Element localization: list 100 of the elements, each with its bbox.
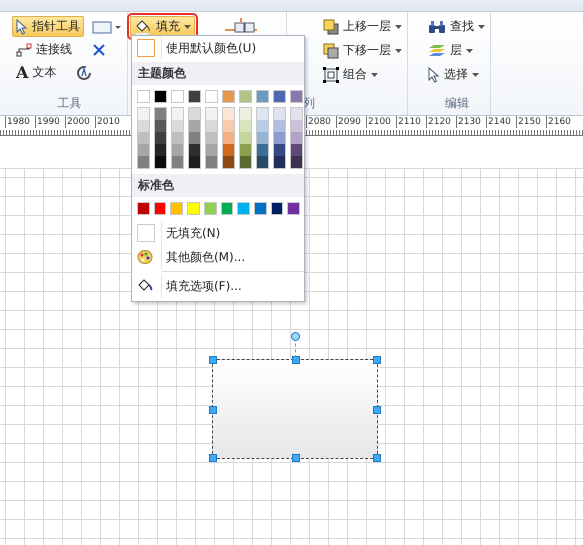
color-swatch[interactable] (189, 156, 200, 168)
color-swatch[interactable] (274, 132, 285, 144)
resize-handle[interactable] (292, 454, 300, 462)
color-swatch[interactable] (189, 120, 200, 132)
no-fill-item[interactable]: 无填充(N) (132, 221, 304, 245)
align-shapes-icon[interactable] (225, 18, 257, 36)
color-swatch[interactable] (206, 132, 217, 144)
color-swatch[interactable] (254, 202, 267, 215)
color-swatch[interactable] (274, 108, 285, 120)
color-swatch[interactable] (206, 120, 217, 132)
color-swatch[interactable] (257, 144, 268, 156)
fill-button[interactable]: 填充 (130, 16, 195, 37)
color-swatch[interactable] (240, 132, 251, 144)
resize-handle[interactable] (209, 356, 217, 364)
color-swatch[interactable] (138, 120, 149, 132)
resize-handle[interactable] (209, 454, 217, 462)
color-swatch[interactable] (273, 90, 286, 103)
color-swatch[interactable] (223, 144, 234, 156)
select-button[interactable]: 选择 (424, 64, 490, 85)
resize-handle[interactable] (373, 356, 381, 364)
more-colors-item[interactable]: 其他颜色(M)... (132, 245, 304, 269)
color-swatch[interactable] (257, 132, 268, 144)
find-button[interactable]: 查找 (424, 16, 490, 37)
color-swatch[interactable] (240, 144, 251, 156)
color-swatch[interactable] (290, 90, 303, 103)
color-swatch[interactable] (240, 120, 251, 132)
group-button[interactable]: 组合 (319, 64, 407, 85)
color-swatch[interactable] (257, 108, 268, 120)
color-swatch[interactable] (206, 144, 217, 156)
color-swatch[interactable] (155, 132, 166, 144)
color-swatch[interactable] (291, 144, 302, 156)
color-swatch[interactable] (137, 202, 150, 215)
color-swatch[interactable] (237, 202, 250, 215)
color-swatch[interactable] (223, 156, 234, 168)
close-icon[interactable] (92, 42, 106, 56)
bring-forward-button[interactable]: 上移一层 (319, 16, 407, 37)
color-swatch[interactable] (138, 144, 149, 156)
rotation-handle[interactable] (291, 332, 300, 341)
color-swatch[interactable] (172, 108, 183, 120)
section-header: 标准色 (132, 174, 304, 197)
color-swatch[interactable] (155, 144, 166, 156)
color-swatch[interactable] (291, 156, 302, 168)
color-swatch[interactable] (223, 132, 234, 144)
fill-options-item[interactable]: 填充选项(F)... (132, 274, 304, 298)
color-swatch[interactable] (220, 202, 234, 215)
text-button[interactable]: A 文本 (12, 62, 60, 83)
color-swatch[interactable] (204, 202, 217, 215)
color-swatch[interactable] (206, 156, 217, 168)
color-swatch[interactable] (287, 202, 300, 215)
color-swatch[interactable] (240, 108, 251, 120)
color-swatch[interactable] (223, 108, 234, 120)
color-swatch[interactable] (257, 120, 268, 132)
color-swatch[interactable] (155, 120, 166, 132)
color-swatch[interactable] (240, 156, 251, 168)
color-swatch[interactable] (172, 144, 183, 156)
color-swatch[interactable] (172, 132, 183, 144)
color-swatch[interactable] (257, 156, 268, 168)
resize-handle[interactable] (292, 356, 300, 364)
color-swatch[interactable] (188, 90, 201, 103)
color-swatch[interactable] (154, 202, 166, 215)
color-swatch[interactable] (170, 202, 184, 215)
color-swatch[interactable] (274, 156, 285, 168)
color-swatch[interactable] (291, 120, 302, 132)
color-swatch[interactable] (274, 144, 285, 156)
color-swatch[interactable] (138, 132, 149, 144)
resize-handle[interactable] (373, 406, 381, 414)
color-swatch[interactable] (138, 108, 149, 120)
color-swatch[interactable] (205, 90, 218, 103)
color-swatch[interactable] (291, 108, 302, 120)
caret-icon (466, 48, 473, 52)
resize-handle[interactable] (209, 406, 217, 414)
color-swatch[interactable] (222, 90, 235, 103)
default-color-item[interactable]: 使用默认颜色(U) (132, 36, 304, 60)
color-swatch[interactable] (256, 90, 269, 103)
color-swatch[interactable] (155, 108, 166, 120)
connector-button[interactable]: 连接线 (12, 39, 76, 60)
color-swatch[interactable] (274, 120, 285, 132)
color-swatch[interactable] (154, 90, 167, 103)
color-swatch[interactable] (187, 202, 200, 215)
color-swatch[interactable] (239, 90, 252, 103)
color-swatch[interactable] (206, 108, 217, 120)
color-swatch[interactable] (172, 156, 183, 168)
color-swatch[interactable] (172, 120, 183, 132)
color-swatch[interactable] (189, 108, 200, 120)
group-label: 编辑 (444, 95, 470, 112)
caret-icon (478, 24, 485, 28)
pointer-tool-button[interactable]: 指针工具 (12, 16, 84, 37)
layers-button[interactable]: 层 (424, 40, 490, 61)
send-backward-button[interactable]: 下移一层 (319, 40, 407, 61)
color-swatch[interactable] (223, 120, 234, 132)
color-swatch[interactable] (138, 156, 149, 168)
color-swatch[interactable] (189, 132, 200, 144)
resize-handle[interactable] (373, 454, 381, 462)
color-swatch[interactable] (189, 144, 200, 156)
color-swatch[interactable] (270, 202, 284, 215)
color-swatch[interactable] (171, 90, 184, 103)
color-swatch[interactable] (137, 90, 150, 103)
rotate-icon[interactable] (76, 64, 92, 80)
color-swatch[interactable] (155, 156, 166, 168)
color-swatch[interactable] (291, 132, 302, 144)
